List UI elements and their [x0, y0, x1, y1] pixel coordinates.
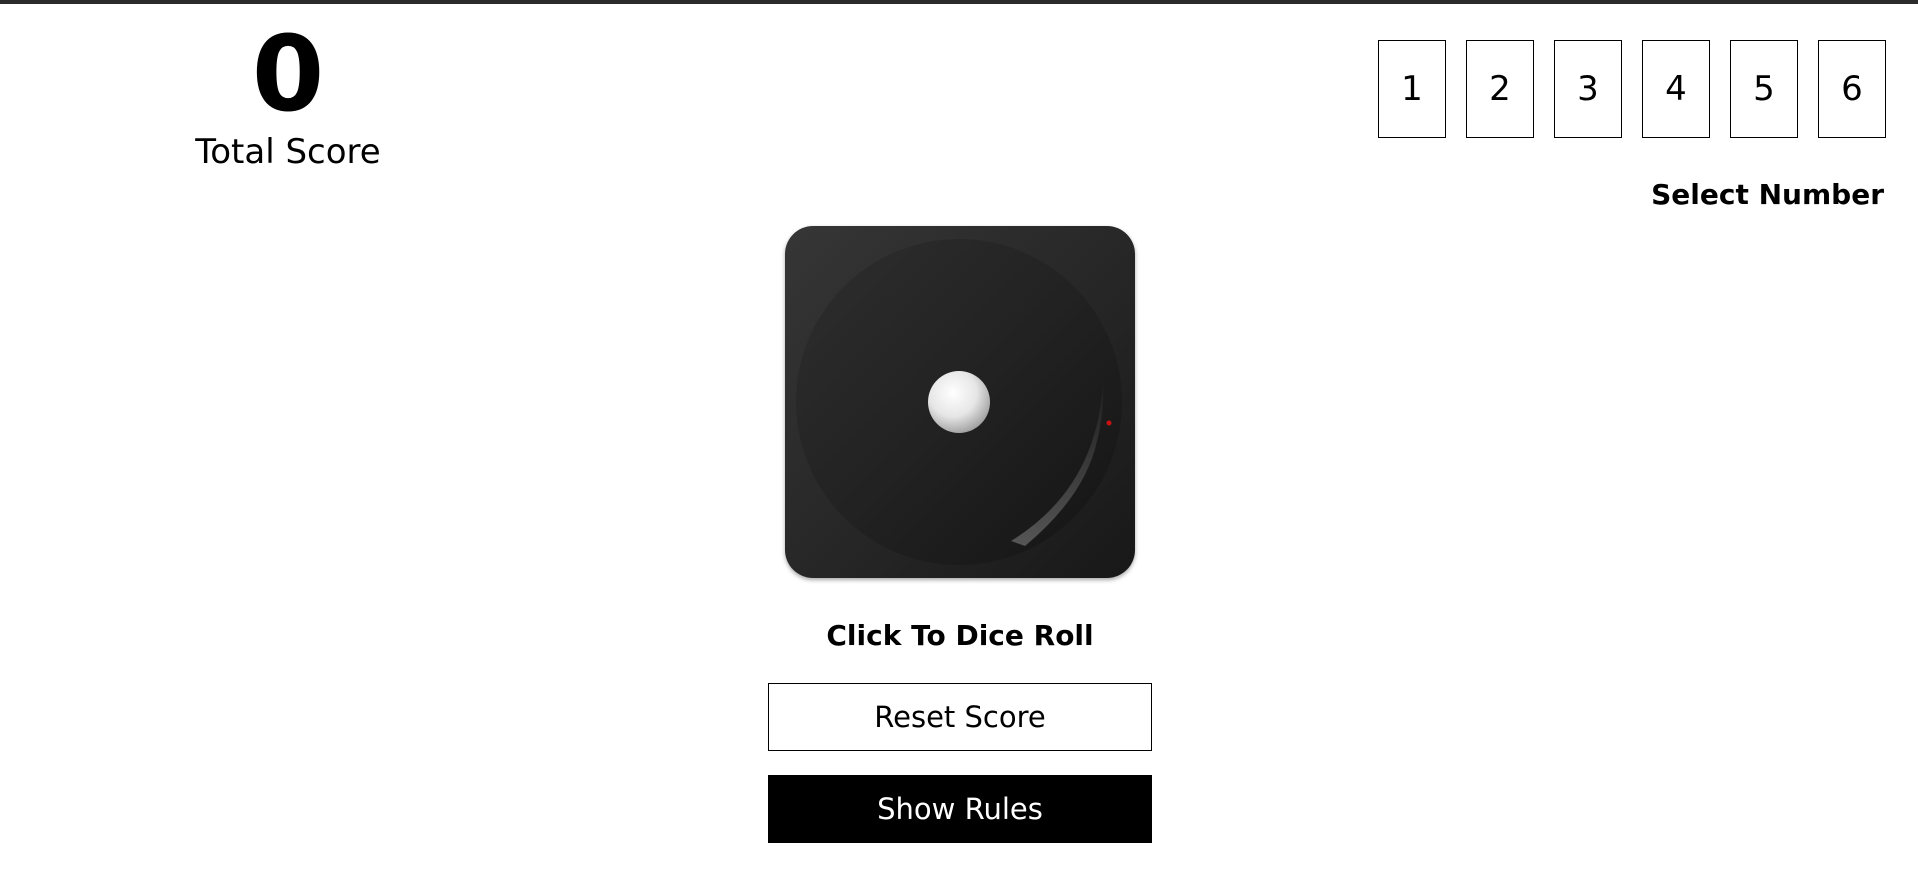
- number-options: 1 2 3 4 5 6: [1378, 40, 1886, 138]
- number-option-3[interactable]: 3: [1554, 40, 1622, 138]
- dice-button[interactable]: [785, 226, 1135, 578]
- number-option-1[interactable]: 1: [1378, 40, 1446, 138]
- roll-instruction: Click To Dice Roll: [826, 619, 1094, 652]
- number-option-2[interactable]: 2: [1466, 40, 1534, 138]
- show-rules-button[interactable]: Show Rules: [768, 775, 1152, 843]
- number-selector: 1 2 3 4 5 6 Select Number: [1378, 40, 1886, 211]
- total-score-label: Total Score: [195, 132, 381, 172]
- score-display: 0 Total Score: [188, 22, 388, 172]
- dice-face-1-icon: [796, 239, 1122, 565]
- number-option-4[interactable]: 4: [1642, 40, 1710, 138]
- number-option-5[interactable]: 5: [1730, 40, 1798, 138]
- reset-score-button[interactable]: Reset Score: [768, 683, 1152, 751]
- dice-pip: [928, 371, 990, 433]
- top-border: [0, 0, 1918, 4]
- total-score-value: 0: [251, 13, 325, 135]
- dice-marker-dot: [1106, 420, 1112, 426]
- number-option-6[interactable]: 6: [1818, 40, 1886, 138]
- select-number-label: Select Number: [1651, 178, 1884, 211]
